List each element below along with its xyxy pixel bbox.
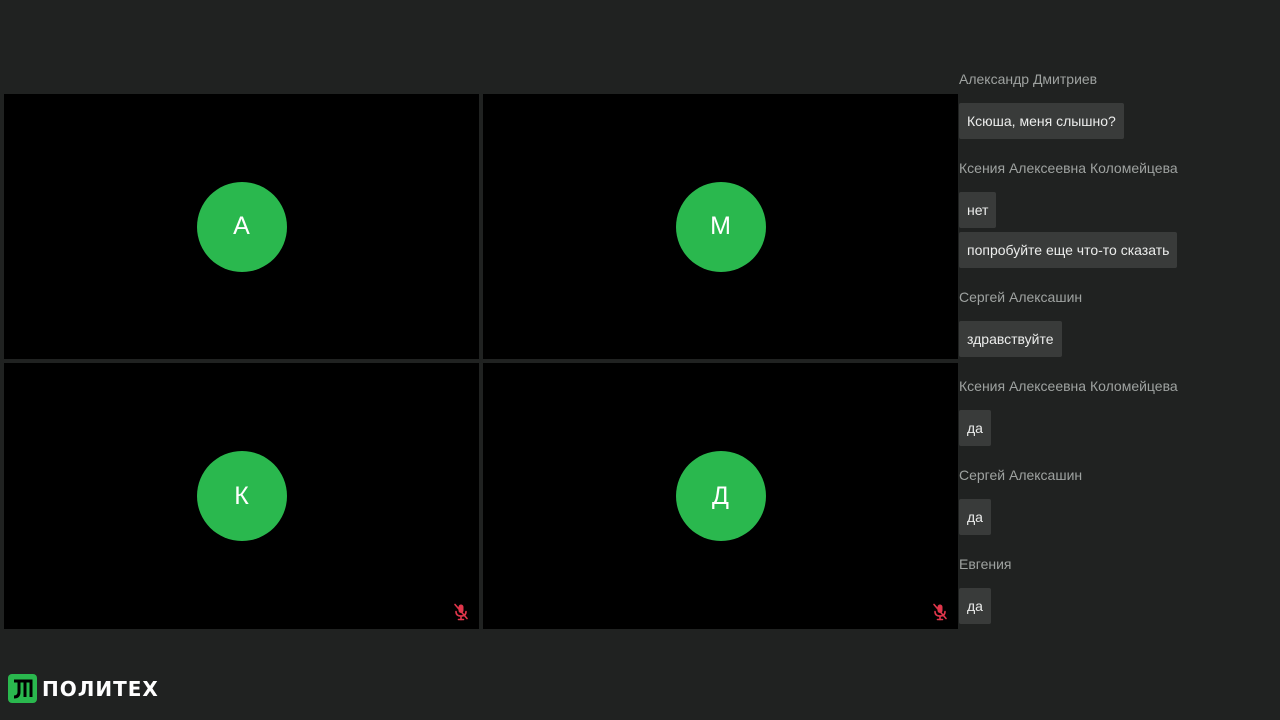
- microphone-off-icon: [933, 603, 947, 621]
- chat-sender-name: Александр Дмитриев: [959, 71, 1098, 87]
- participant-avatar: К: [196, 451, 287, 541]
- participant-tile[interactable]: А: [4, 94, 479, 359]
- chat-message-group: Сергей Алексашин да: [959, 466, 1269, 535]
- chat-message: Ксюша, меня слышно?: [959, 103, 1124, 139]
- participant-avatar: Д: [675, 451, 766, 541]
- participant-avatar: А: [196, 181, 287, 272]
- chat-sender-name: Евгения: [959, 556, 1012, 572]
- politech-logo-icon: [8, 674, 37, 703]
- chat-panel: Александр Дмитриев Ксюша, меня слышно? К…: [959, 70, 1269, 644]
- chat-message: нет: [959, 192, 997, 228]
- chat-sender-name: Ксения Алексеевна Коломейцева: [959, 160, 1178, 176]
- chat-sender-name: Сергей Алексашин: [959, 467, 1083, 483]
- chat-message-group: Ксения Алексеевна Коломейцева да: [959, 377, 1269, 446]
- brand-name: ПОЛИТЕХ: [42, 676, 159, 701]
- chat-message-group: Александр Дмитриев Ксюша, меня слышно?: [959, 70, 1269, 139]
- video-grid: А М К Д: [4, 94, 958, 629]
- politech-logo: ПОЛИТЕХ: [8, 674, 159, 703]
- chat-message-group: Евгения да: [959, 555, 1269, 624]
- chat-message: попробуйте еще что-то сказать: [959, 232, 1178, 268]
- video-conference-app: А М К Д Александр Дмитриев Ксюша, меня с…: [0, 0, 1280, 720]
- chat-message: да: [959, 588, 991, 624]
- chat-message: да: [959, 499, 991, 535]
- chat-sender-name: Сергей Алексашин: [959, 289, 1083, 305]
- chat-sender-name: Ксения Алексеевна Коломейцева: [959, 378, 1178, 394]
- participant-tile[interactable]: Д: [483, 363, 958, 629]
- chat-message: здравствуйте: [959, 321, 1062, 357]
- participant-tile[interactable]: К: [4, 363, 479, 629]
- chat-message: да: [959, 410, 991, 446]
- chat-message-group: Ксения Алексеевна Коломейцева нет попроб…: [959, 159, 1269, 268]
- chat-message-group: Сергей Алексашин здравствуйте: [959, 288, 1269, 357]
- participant-tile[interactable]: М: [483, 94, 958, 359]
- microphone-off-icon: [454, 603, 468, 621]
- participant-avatar: М: [675, 181, 766, 272]
